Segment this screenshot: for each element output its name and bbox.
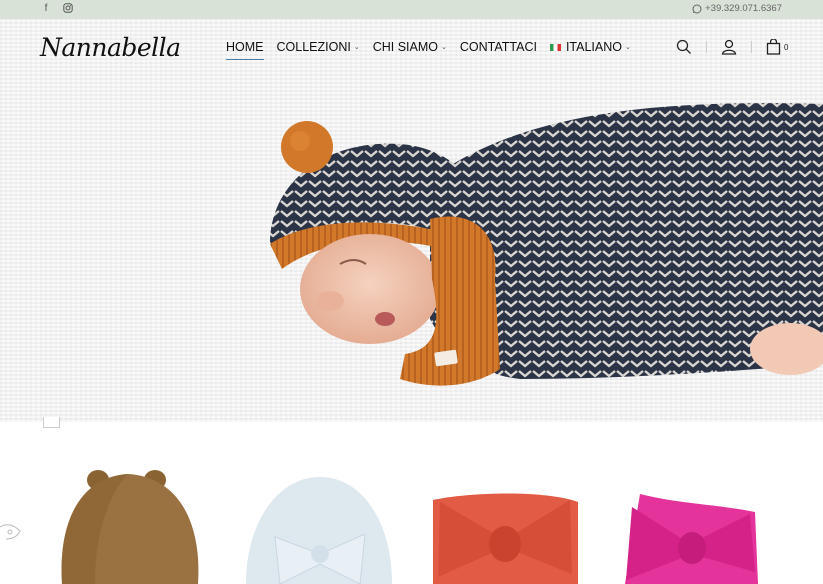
product-carousel [0,422,823,584]
top-bar: f +39.329.071.6367 [0,0,823,19]
nav-label: HOME [226,40,264,54]
chevron-down-icon: ⌄ [353,44,360,51]
chevron-down-icon: ⌄ [624,44,631,51]
header-tools: 0 [676,39,788,55]
whatsapp-icon [692,4,702,13]
search-icon[interactable] [676,39,692,55]
nav-label: CHI SIAMO [372,40,438,54]
instagram-icon[interactable] [62,3,74,15]
phone-number: +39.329.071.6367 [705,3,782,14]
main-nav: HOME COLLEZIONI ⌄ CHI SIAMO ⌄ CONTATTACI I… [226,40,631,60]
nav-home[interactable]: HOME [226,40,264,60]
nav-label: CONTATTACI [459,40,537,54]
product-coral-bow-headband[interactable] [433,493,578,584]
divider [751,41,752,53]
phone-link[interactable]: +39.329.071.6367 [692,3,782,14]
slider-indicator[interactable] [43,417,60,428]
nav-collezioni[interactable]: COLLEZIONI ⌄ [277,40,360,54]
nav-label: ITALIANO [565,40,622,54]
nav-contattaci[interactable]: CONTATTACI [460,40,537,54]
decorative-sketch-icon [0,524,21,540]
product-pink-bow-headband[interactable] [625,494,758,584]
divider [706,41,707,53]
social-links: f [40,3,74,15]
language-selector[interactable]: ITALIANO ⌄ [549,40,631,54]
hero-banner [0,19,823,422]
nav-label: COLLEZIONI [276,40,351,54]
cart-count: 0 [784,42,789,52]
site-logo[interactable]: Nannabella [40,33,181,62]
italian-flag-icon [549,43,561,51]
hero-image [270,103,823,386]
shopping-bag-icon[interactable] [766,39,781,55]
chevron-down-icon: ⌄ [441,44,447,51]
product-light-blue-bow-hat[interactable] [246,477,392,584]
facebook-icon[interactable]: f [40,3,52,15]
product-brown-bear-hat[interactable] [61,470,199,584]
nav-chi-siamo[interactable]: CHI SIAMO ⌄ [373,40,447,54]
site-header: Nannabella HOME COLLEZIONI ⌄ CHI SIAMO ⌄ C… [0,19,823,79]
user-icon[interactable] [721,39,737,55]
